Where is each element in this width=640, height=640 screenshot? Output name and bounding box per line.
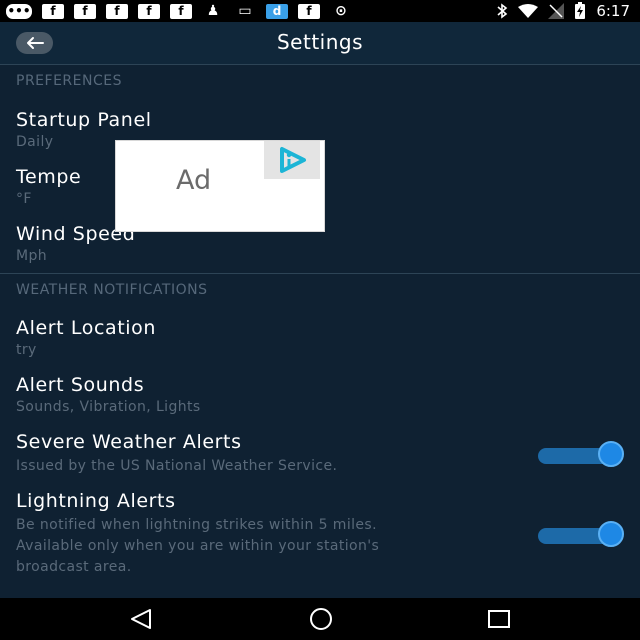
alert-location-title: Alert Location <box>16 317 157 339</box>
severe-weather-toggle[interactable] <box>538 441 624 469</box>
facebook-icon: f <box>138 3 160 19</box>
ad-label: Ad <box>176 165 212 196</box>
facebook-icon: f <box>42 3 64 19</box>
temperature-title: Tempe <box>16 166 82 188</box>
facebook-icon: f <box>298 3 320 19</box>
facebook-icon: f <box>170 3 192 19</box>
system-icons: 6:17 <box>496 2 630 20</box>
facebook-icon: f <box>74 3 96 19</box>
home-circle-icon[interactable] <box>306 607 336 631</box>
page-title: Settings <box>276 30 364 54</box>
message-icon: ••• <box>6 3 32 19</box>
circle-icon: ⊙ <box>335 3 347 19</box>
screen-icon: ▭ <box>238 3 252 19</box>
section-header-preferences: PREFERENCES <box>16 73 122 89</box>
toggle-thumb <box>598 521 624 547</box>
navigation-bar <box>0 598 640 640</box>
person-icon: ♟ <box>206 3 220 19</box>
lightning-description-line2: Available only when you are within your … <box>16 538 380 554</box>
alert-sounds-title: Alert Sounds <box>16 374 145 396</box>
section-divider <box>0 273 640 274</box>
toggle-thumb <box>598 441 624 467</box>
startup-panel-title: Startup Panel <box>16 109 152 131</box>
section-header-notifications: WEATHER NOTIFICATIONS <box>16 282 208 298</box>
wind-speed-value: Mph <box>16 248 48 264</box>
ad-choices-icon <box>280 147 306 173</box>
ad-banner[interactable]: Ad <box>115 140 325 232</box>
wifi-icon <box>518 4 539 18</box>
status-bar: ••• f f f f f ♟ ▭ d f ⊙ 6:17 <box>0 0 640 22</box>
battery-charging-icon <box>575 2 586 19</box>
no-signal-icon <box>548 3 565 19</box>
alert-sounds-value: Sounds, Vibration, Lights <box>16 399 201 415</box>
d-app-icon: d <box>266 3 288 19</box>
lightning-toggle[interactable] <box>538 521 624 549</box>
lightning-description-line3: broadcast area. <box>16 559 132 575</box>
severe-weather-title: Severe Weather Alerts <box>16 431 242 453</box>
bluetooth-icon <box>497 3 508 19</box>
notification-icons: ••• f f f f f ♟ ▭ d f ⊙ <box>6 3 352 19</box>
severe-weather-description: Issued by the US National Weather Servic… <box>16 458 338 474</box>
lightning-description-line1: Be notified when lightning strikes withi… <box>16 517 377 533</box>
recents-square-icon[interactable] <box>486 607 512 631</box>
app-bar: Settings <box>0 22 640 65</box>
status-time: 6:17 <box>596 2 630 20</box>
back-triangle-icon[interactable] <box>128 607 154 631</box>
facebook-icon: f <box>106 3 128 19</box>
lightning-title: Lightning Alerts <box>16 490 176 512</box>
alert-location-value: try <box>16 342 37 358</box>
ad-choices-button[interactable] <box>264 141 320 179</box>
